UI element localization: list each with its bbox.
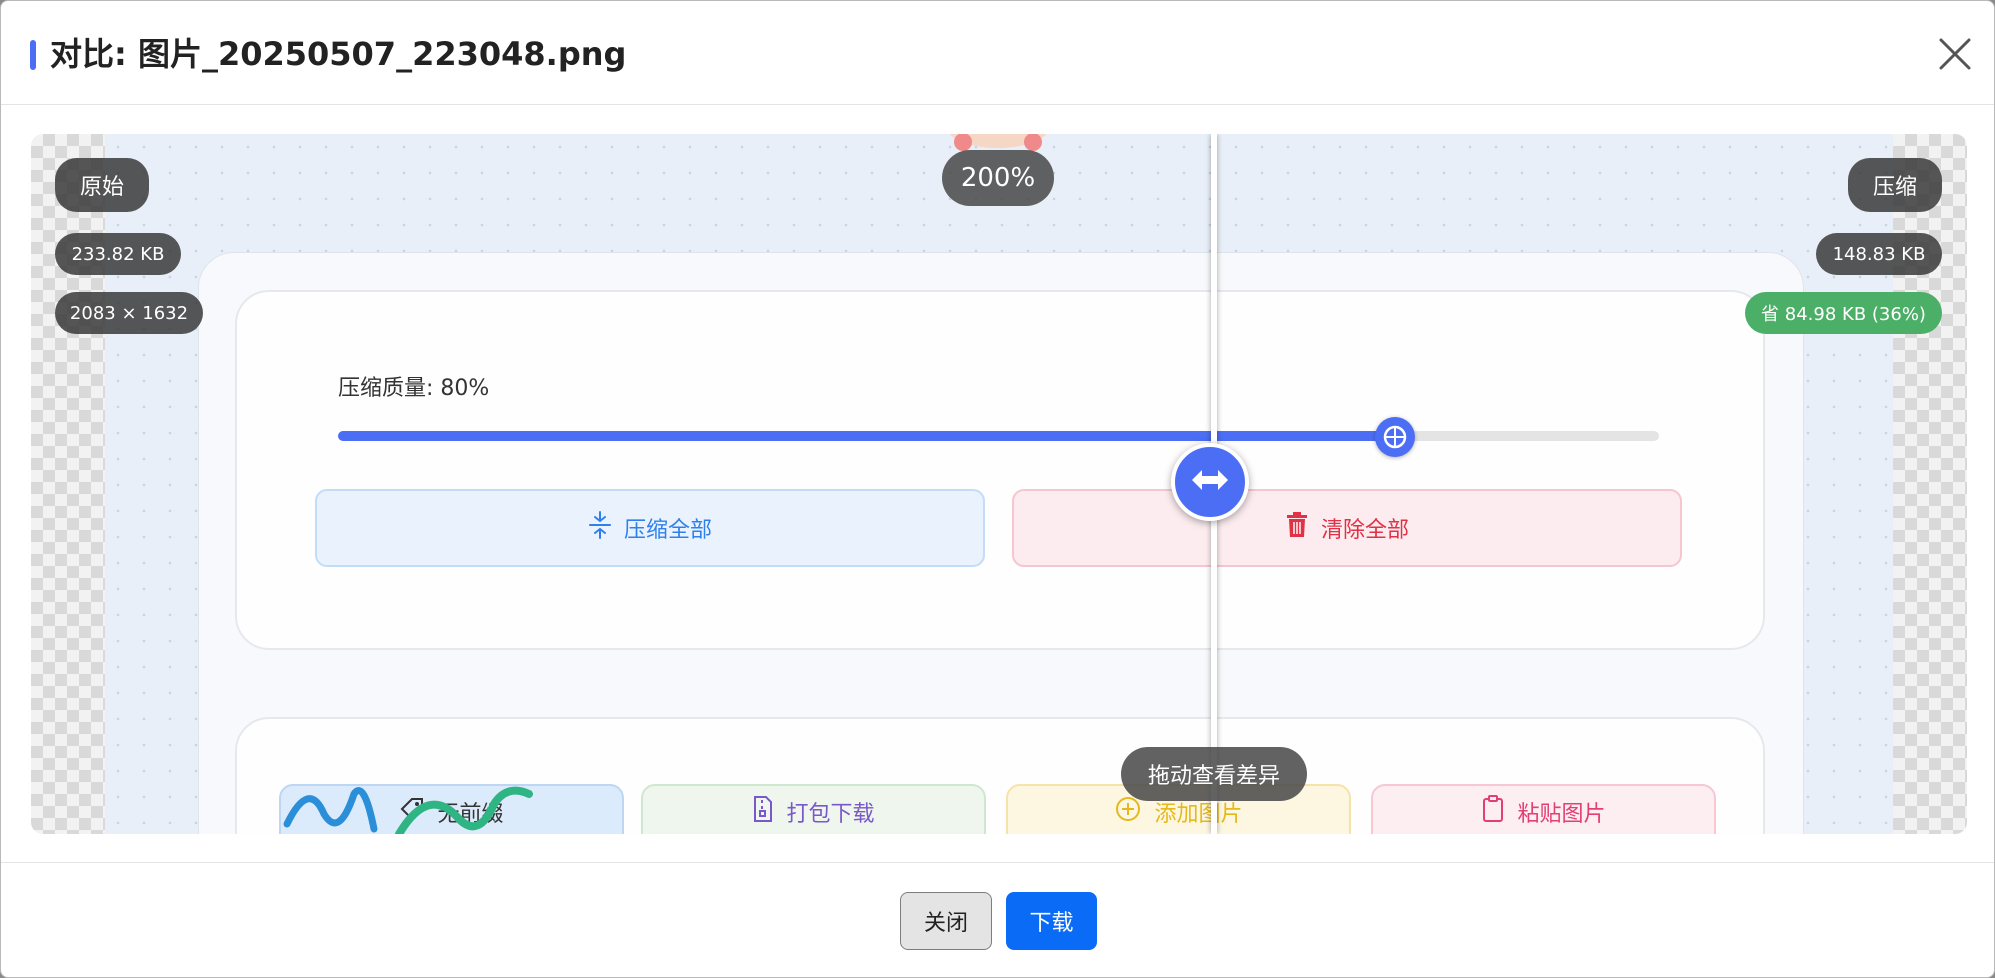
compressed-file-size: 148.83 KB (1816, 233, 1942, 275)
compressed-tag: 压缩 (1848, 158, 1942, 212)
original-tag: 原始 (55, 158, 149, 212)
clear-all-button: 清除全部 (1012, 489, 1682, 567)
pack-download-button: 打包下载 (641, 784, 986, 834)
trash-icon (1285, 512, 1309, 544)
close-icon[interactable] (1935, 34, 1975, 74)
original-dimensions: 2083 × 1632 (55, 292, 203, 334)
swap-arrows-icon (1190, 466, 1230, 498)
comparison-viewer[interactable]: 压缩质量: 80% 压缩全部 清除全部 无前缀 打包下载 添加图片 粘贴图片 原… (31, 134, 1967, 834)
dialog-header: 对比: 图片_20250507_223048.png (1, 1, 1994, 105)
no-prefix-button: 无前缀 (279, 784, 624, 834)
dialog-title: 对比: 图片_20250507_223048.png (50, 35, 627, 73)
compress-all-button: 压缩全部 (315, 489, 985, 567)
pack-download-label: 打包下载 (786, 802, 875, 827)
original-file-size: 233.82 KB (55, 233, 181, 275)
divider-drag-handle[interactable] (1171, 443, 1249, 521)
plus-circle-icon (1114, 795, 1142, 829)
quality-slider-fill (338, 431, 1395, 441)
title-accent-bar (30, 40, 36, 70)
zoom-level-badge[interactable]: 200% (942, 150, 1054, 206)
dialog-footer: 关闭 下载 (1, 862, 1994, 977)
settings-card (235, 290, 1765, 650)
quality-label: 压缩质量: 80% (338, 376, 490, 401)
download-button[interactable]: 下载 (1006, 892, 1097, 950)
quality-slider-track (338, 431, 1659, 441)
clear-all-label: 清除全部 (1320, 518, 1409, 543)
compare-dialog: 对比: 图片_20250507_223048.png 压缩质量: 80% 压缩全… (0, 0, 1995, 978)
clipboard-icon (1481, 795, 1505, 829)
drag-hint-tooltip: 拖动查看差异 (1121, 747, 1307, 801)
close-button[interactable]: 关闭 (900, 892, 992, 950)
compress-all-label: 压缩全部 (623, 518, 712, 543)
paste-image-label: 粘贴图片 (1517, 802, 1606, 827)
tag-icon (399, 796, 425, 828)
savings-badge: 省 84.98 KB (36%) (1745, 292, 1942, 334)
compress-icon (588, 510, 612, 546)
paste-image-button: 粘贴图片 (1371, 784, 1716, 834)
file-zip-icon (752, 795, 774, 829)
quality-slider-thumb (1375, 417, 1415, 457)
no-prefix-label: 无前缀 (437, 802, 504, 827)
